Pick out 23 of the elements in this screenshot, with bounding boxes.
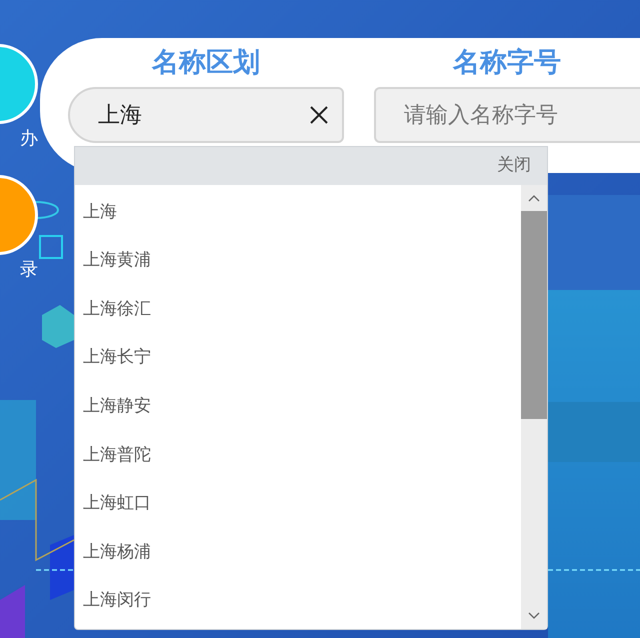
scrollbar-thumb[interactable] bbox=[521, 211, 547, 419]
close-icon[interactable] bbox=[310, 106, 328, 124]
dropdown-option[interactable]: 上海闵行 bbox=[75, 576, 521, 626]
dropdown-option[interactable]: 上海静安 bbox=[75, 382, 521, 431]
dropdown-option[interactable]: 上海杨浦 bbox=[75, 528, 521, 577]
scroll-up-icon[interactable] bbox=[528, 194, 540, 202]
input-field[interactable]: 上海 bbox=[68, 87, 344, 143]
text-input[interactable]: 上海 bbox=[98, 89, 310, 141]
scroll-down-icon[interactable] bbox=[528, 612, 540, 620]
dropdown-option[interactable]: 上海虹口 bbox=[75, 480, 521, 528]
input-field[interactable]: 请输入名称字号 bbox=[374, 87, 640, 143]
field-label: 名称区划 bbox=[150, 46, 261, 80]
scrollbar[interactable] bbox=[521, 185, 547, 629]
dropdown-option[interactable]: 上海长宁 bbox=[75, 334, 521, 382]
nav-label[interactable]: 办 bbox=[20, 130, 38, 148]
dropdown-option[interactable]: 上海黄浦 bbox=[75, 236, 521, 286]
close-button[interactable]: 关闭 bbox=[497, 153, 531, 179]
dropdown-option[interactable]: 上海徐汇 bbox=[75, 285, 521, 334]
nav-label[interactable]: 录 bbox=[20, 261, 38, 279]
text-input[interactable]: 请输入名称字号 bbox=[404, 89, 626, 141]
field-label: 名称字号 bbox=[452, 46, 562, 80]
dropdown-option[interactable]: 上海 bbox=[75, 188, 521, 237]
dropdown-option[interactable]: 上海普陀 bbox=[75, 430, 521, 480]
